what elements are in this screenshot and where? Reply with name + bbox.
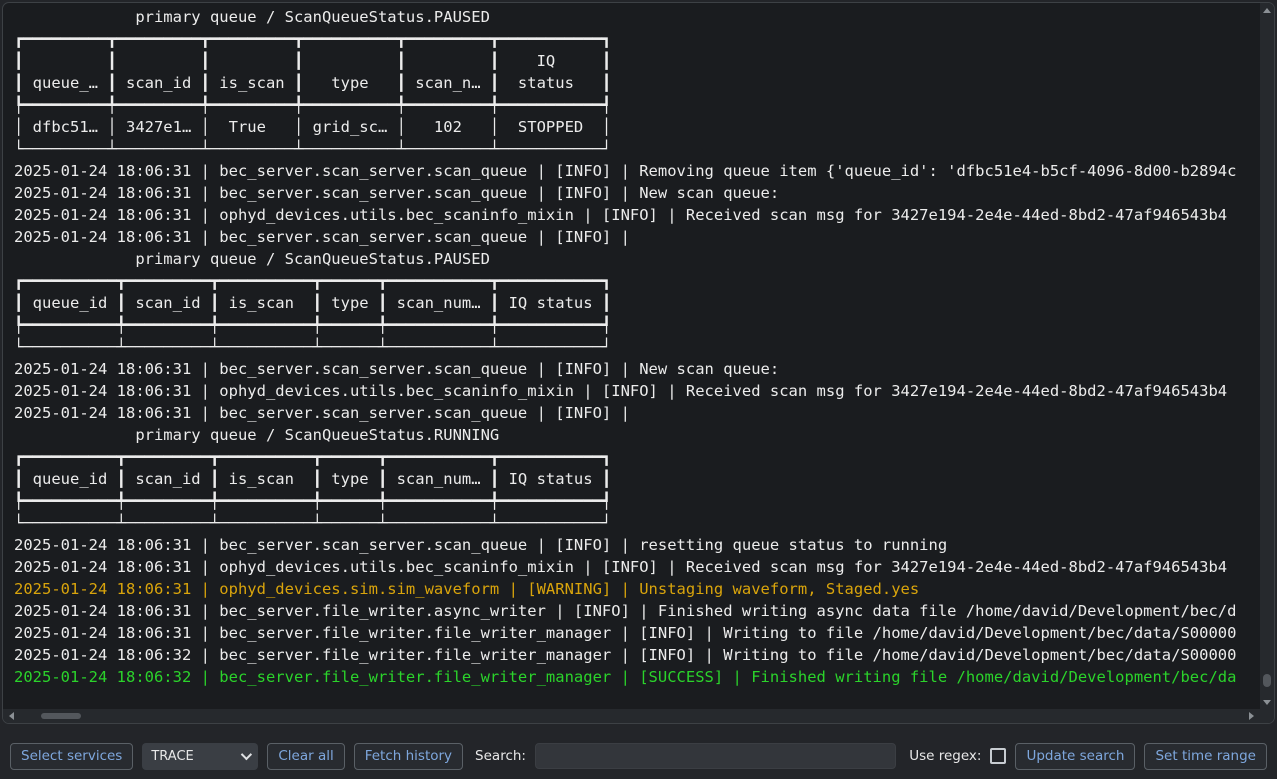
vertical-scrollbar-thumb[interactable] — [1263, 674, 1271, 687]
log-line: 2025-01-24 18:06:31 | bec_server.scan_se… — [14, 534, 1260, 556]
log-line: primary queue / ScanQueueStatus.RUNNING — [14, 424, 1260, 446]
log-line: ┏━━━━━━━━━┳━━━━━━━━━┳━━━━━━━━━┳━━━━━━━━━… — [14, 28, 1260, 50]
log-line: ┃ ┃ ┃ ┃ ┃ ┃ IQ ┃ — [14, 50, 1260, 72]
log-line: ┡━━━━━━━━━━╇━━━━━━━━━╇━━━━━━━━━━╇━━━━━━╇… — [14, 490, 1260, 512]
log-line: 2025-01-24 18:06:31 | bec_server.file_wr… — [14, 622, 1260, 644]
log-line: 2025-01-24 18:06:31 | bec_server.scan_se… — [14, 402, 1260, 424]
search-label: Search: — [475, 748, 526, 764]
use-regex-label: Use regex: — [909, 748, 981, 764]
log-line: 2025-01-24 18:06:31 | ophyd_devices.util… — [14, 556, 1260, 578]
chevron-down-icon — [241, 749, 252, 760]
log-output[interactable]: primary queue / ScanQueueStatus.PAUSED┏━… — [3, 3, 1260, 709]
log-level-dropdown[interactable]: TRACE — [142, 743, 258, 770]
log-line: 2025-01-24 18:06:31 | ophyd_devices.sim.… — [14, 578, 1260, 600]
scroll-left-icon[interactable] — [9, 712, 14, 720]
set-time-range-button[interactable]: Set time range — [1144, 743, 1267, 770]
log-line: 2025-01-24 18:06:31 | bec_server.scan_se… — [14, 182, 1260, 204]
log-line: └──────────┴─────────┴──────────┴──────┴… — [14, 336, 1260, 358]
log-panel: primary queue / ScanQueueStatus.PAUSED┏━… — [2, 2, 1275, 724]
log-line: primary queue / ScanQueueStatus.PAUSED — [14, 6, 1260, 28]
log-line: 2025-01-24 18:06:31 | ophyd_devices.util… — [14, 204, 1260, 226]
log-line: primary queue / ScanQueueStatus.PAUSED — [14, 248, 1260, 270]
scroll-right-icon[interactable] — [1249, 712, 1254, 720]
clear-all-button[interactable]: Clear all — [267, 743, 344, 770]
log-line: 2025-01-24 18:06:31 | bec_server.file_wr… — [14, 600, 1260, 622]
log-line: └─────────┴─────────┴─────────┴─────────… — [14, 138, 1260, 160]
log-line: 2025-01-24 18:06:31 | bec_server.scan_se… — [14, 226, 1260, 248]
log-line: ┃ queue_id ┃ scan_id ┃ is_scan ┃ type ┃ … — [14, 292, 1260, 314]
log-line: 2025-01-24 18:06:32 | bec_server.file_wr… — [14, 666, 1260, 688]
log-line: ┏━━━━━━━━━━┳━━━━━━━━━┳━━━━━━━━━━┳━━━━━━┳… — [14, 270, 1260, 292]
log-line: ┏━━━━━━━━━━┳━━━━━━━━━┳━━━━━━━━━━┳━━━━━━┳… — [14, 446, 1260, 468]
log-line: │ dfbc51… │ 3427e1… │ True │ grid_sc… │ … — [14, 116, 1260, 138]
log-line: 2025-01-24 18:06:31 | bec_server.scan_se… — [14, 160, 1260, 182]
fetch-history-button[interactable]: Fetch history — [354, 743, 463, 770]
log-line: ┡━━━━━━━━━╇━━━━━━━━━╇━━━━━━━━━╇━━━━━━━━━… — [14, 94, 1260, 116]
scroll-up-icon[interactable] — [1263, 8, 1271, 13]
log-level-selected-value: TRACE — [151, 749, 193, 764]
log-line: ┃ queue_id ┃ scan_id ┃ is_scan ┃ type ┃ … — [14, 468, 1260, 490]
bottom-toolbar: Select services TRACE Clear all Fetch hi… — [10, 742, 1267, 770]
log-line: 2025-01-24 18:06:31 | ophyd_devices.util… — [14, 380, 1260, 402]
log-line: └──────────┴─────────┴──────────┴──────┴… — [14, 512, 1260, 534]
use-regex-checkbox[interactable] — [990, 748, 1006, 764]
horizontal-scrollbar-thumb[interactable] — [41, 713, 81, 719]
horizontal-scrollbar[interactable] — [3, 709, 1260, 723]
vertical-scrollbar[interactable] — [1260, 3, 1274, 709]
log-line: 2025-01-24 18:06:31 | bec_server.scan_se… — [14, 358, 1260, 380]
update-search-button[interactable]: Update search — [1015, 743, 1135, 770]
log-viewer-window: primary queue / ScanQueueStatus.PAUSED┏━… — [0, 0, 1277, 779]
select-services-button[interactable]: Select services — [10, 743, 133, 770]
scroll-down-icon[interactable] — [1263, 700, 1271, 705]
log-line: ┡━━━━━━━━━━╇━━━━━━━━━╇━━━━━━━━━━╇━━━━━━╇… — [14, 314, 1260, 336]
log-line: 2025-01-24 18:06:32 | bec_server.file_wr… — [14, 644, 1260, 666]
search-input[interactable] — [535, 743, 896, 769]
scrollbar-corner — [1260, 709, 1274, 723]
log-line: ┃ queue_… ┃ scan_id ┃ is_scan ┃ type ┃ s… — [14, 72, 1260, 94]
